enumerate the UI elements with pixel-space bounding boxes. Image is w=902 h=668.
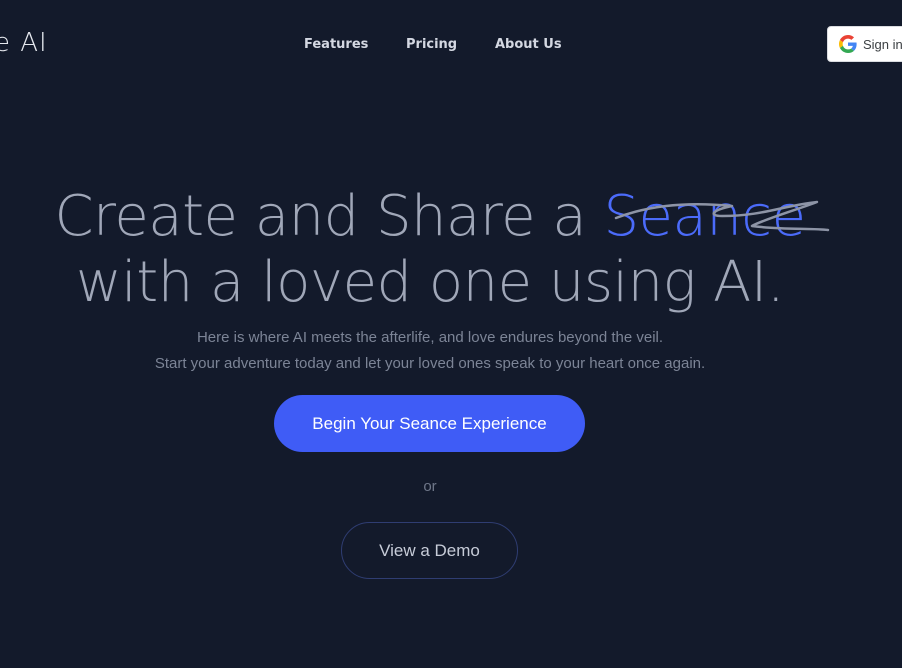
nav-features[interactable]: Features: [304, 37, 368, 52]
signin-label: Sign in: [863, 36, 902, 52]
headline-prefix: Create and Share a: [54, 183, 604, 249]
headline-line-2: with a loved one using AI.: [75, 249, 785, 315]
headline-accent-word: Seance: [603, 183, 807, 249]
begin-seance-button[interactable]: Begin Your Seance Experience: [274, 395, 585, 452]
subtitle-line-1: Here is where AI meets the afterlife, an…: [196, 329, 664, 346]
google-signin-button[interactable]: Sign in: [827, 26, 902, 62]
landing-page: e AI Features Pricing About Us Sign in C…: [0, 0, 902, 668]
or-separator: or: [423, 478, 437, 495]
hero-subtitle: Here is where AI meets the afterlife, an…: [0, 325, 860, 377]
hero-headline: Create and Share a Seance with a loved o…: [0, 184, 860, 316]
headline-line-1: Create and Share a Seance: [0, 184, 860, 250]
nav-about-us[interactable]: About Us: [495, 37, 562, 52]
top-nav: Features Pricing About Us: [0, 37, 902, 57]
google-icon: [839, 35, 857, 53]
nav-pricing[interactable]: Pricing: [406, 37, 457, 52]
subtitle-line-2: Start your adventure today and let your …: [154, 355, 706, 372]
view-demo-button[interactable]: View a Demo: [341, 522, 518, 579]
